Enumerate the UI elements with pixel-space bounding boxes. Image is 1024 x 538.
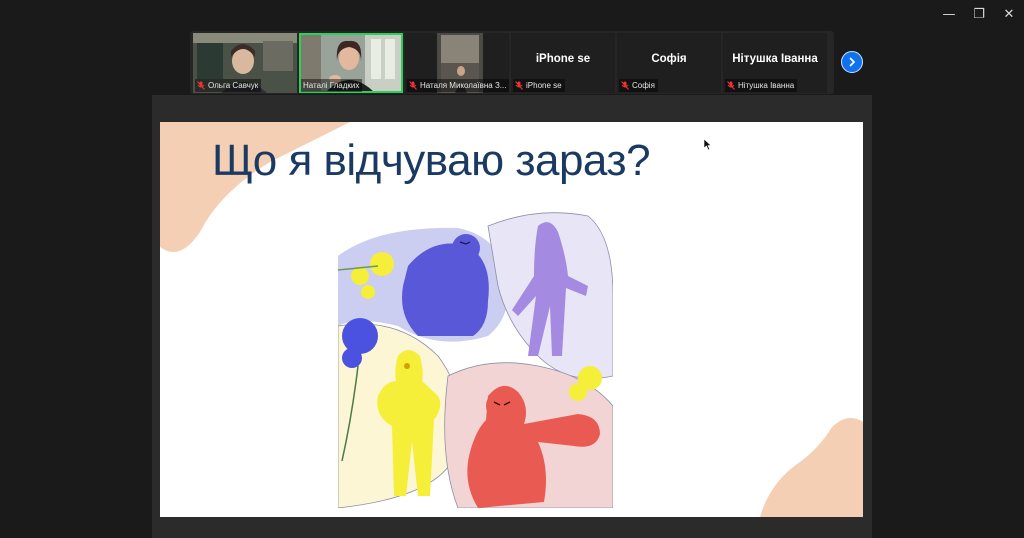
participant-display-name: Софія: [651, 53, 687, 65]
participant-tile[interactable]: Нітушка Іванна Нітушка Іванна: [723, 33, 827, 93]
window-controls: — ❐ ✕: [934, 0, 1024, 28]
chevron-right-icon: [849, 57, 855, 67]
participant-name: Софія: [632, 81, 655, 90]
participant-name-label: Ольга Савчук: [195, 79, 262, 92]
participant-display-name: Нітушка Іванна: [732, 53, 818, 65]
participant-name: Наталя Миколаївна З...: [420, 81, 507, 90]
participant-tile[interactable]: Ольга Савчук: [193, 33, 297, 93]
slide-title: Що я відчуваю зараз?: [212, 136, 651, 185]
participant-name: iPhone se: [526, 81, 562, 90]
muted-mic-icon: [409, 81, 417, 90]
muted-mic-icon: [727, 81, 735, 90]
minimize-button[interactable]: —: [934, 0, 964, 28]
muted-mic-icon: [621, 81, 629, 90]
presentation-slide: Що я відчуваю зараз?: [160, 122, 863, 517]
participant-strip: Ольга Савчук Наталі Гладких Наталя Микол…: [190, 31, 834, 94]
participant-name-label: Софія: [619, 79, 658, 92]
muted-mic-icon: [515, 81, 523, 90]
participant-name: Нітушка Іванна: [738, 81, 795, 90]
close-button[interactable]: ✕: [994, 0, 1024, 28]
participant-tile[interactable]: iPhone se iPhone se: [511, 33, 615, 93]
participant-name-label: Наталя Миколаївна З...: [407, 79, 509, 92]
restore-button[interactable]: ❐: [964, 0, 994, 28]
participant-display-name: iPhone se: [535, 53, 591, 65]
participant-name-label: Наталі Гладких: [301, 79, 363, 92]
muted-mic-icon: [197, 81, 205, 90]
participant-name: Наталі Гладких: [303, 81, 360, 90]
participant-tile[interactable]: Софія Софія: [617, 33, 721, 93]
participant-tile[interactable]: Наталя Миколаївна З...: [405, 33, 509, 93]
participant-tile-active[interactable]: Наталі Гладких: [299, 33, 403, 93]
participant-name: Ольга Савчук: [208, 81, 259, 90]
participant-name-label: Нітушка Іванна: [725, 79, 798, 92]
mouse-cursor-icon: [704, 139, 712, 151]
participant-name-label: iPhone se: [513, 79, 565, 92]
emotions-illustration: [338, 206, 613, 508]
next-participants-button[interactable]: [841, 51, 863, 73]
